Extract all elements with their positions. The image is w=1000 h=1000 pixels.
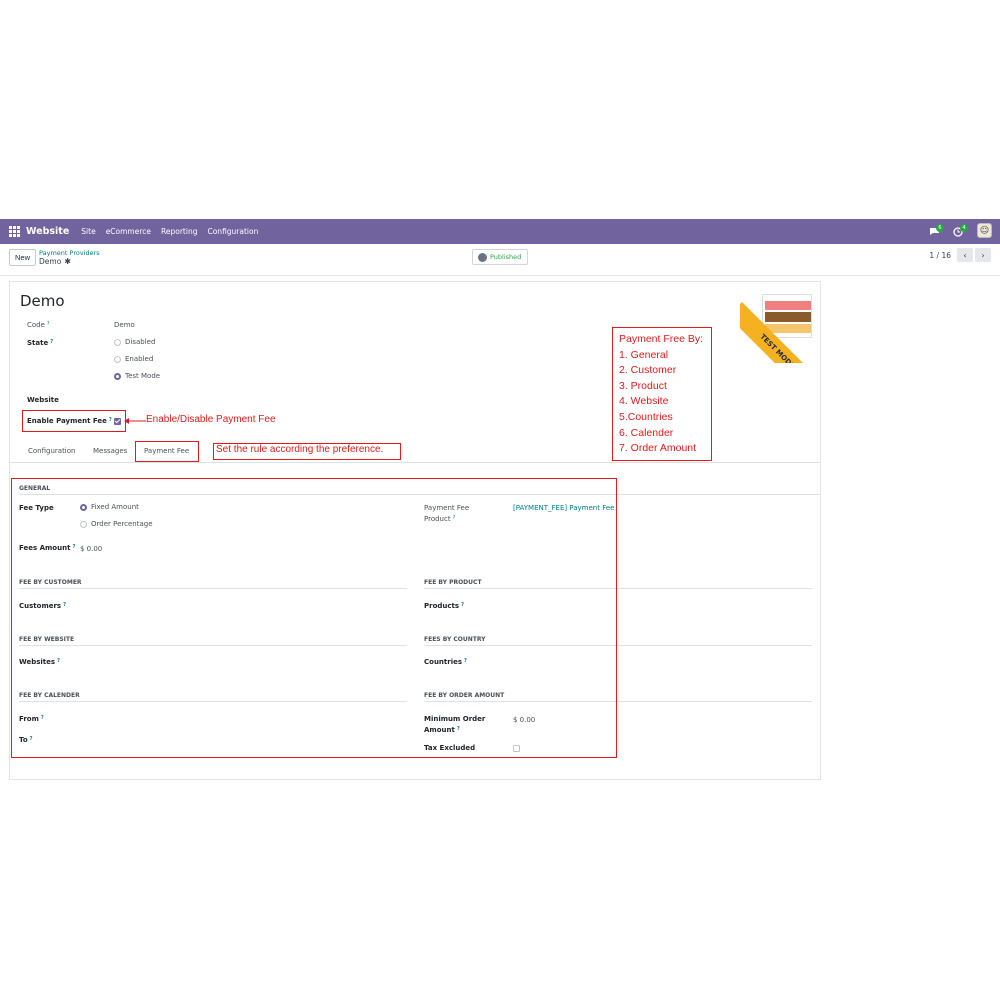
pager: 1 / 16 ‹ › xyxy=(929,248,991,262)
annotation-list-item: 5.Countries xyxy=(619,410,673,423)
code-value[interactable]: Demo xyxy=(114,321,135,329)
annotation-box-payment-fee-tab xyxy=(135,441,199,462)
breadcrumb-parent[interactable]: Payment Providers xyxy=(39,249,100,257)
annotation-arrow-icon xyxy=(124,418,146,424)
user-avatar[interactable]: ☺ xyxy=(977,223,992,238)
state-radio-test-mode[interactable]: Test Mode xyxy=(114,372,160,380)
annotation-box-payment-fee-tab-content xyxy=(11,478,617,758)
pager-next-icon[interactable]: › xyxy=(975,248,991,262)
annotation-list-item: 1. General xyxy=(619,348,669,361)
tab-configuration[interactable]: Configuration xyxy=(28,447,75,455)
annotation-fee-list: Payment Free By: 1. General 2. Customer … xyxy=(619,332,703,457)
annotation-rule-note: Set the rule according the preference. xyxy=(216,444,384,455)
pager-previous-icon[interactable]: ‹ xyxy=(957,248,973,262)
tab-messages[interactable]: Messages xyxy=(93,447,127,455)
radio-label: Enabled xyxy=(125,355,154,363)
globe-icon xyxy=(478,252,487,262)
ribbon-label: TEST MODE xyxy=(740,302,821,363)
control-panel: New Payment Providers Demo ✱ Published 1… xyxy=(0,244,1000,276)
published-button[interactable]: Published xyxy=(472,249,529,265)
radio-circle xyxy=(114,338,121,346)
record-title[interactable]: Demo xyxy=(20,292,65,310)
annotation-list-item: 2. Customer xyxy=(619,364,677,377)
radio-circle-selected xyxy=(114,372,121,380)
breadcrumb-current-label: Demo xyxy=(39,257,62,266)
top-navbar: Website Site eCommerce Reporting Configu… xyxy=(0,219,1000,244)
annotation-list-title: Payment Free By: xyxy=(619,333,704,345)
annotation-list-item: 3. Product xyxy=(619,379,667,392)
activity-clock-icon[interactable]: 4 xyxy=(953,223,968,237)
state-radio-enabled[interactable]: Enabled xyxy=(114,355,153,363)
app-title[interactable]: Website xyxy=(26,226,69,237)
state-label: State? xyxy=(27,339,54,347)
radio-label: Disabled xyxy=(125,338,156,346)
pager-value[interactable]: 1 / 16 xyxy=(929,251,951,260)
website-label: Website xyxy=(27,396,59,404)
radio-label: Test Mode xyxy=(125,372,161,380)
chat-badge: 6 xyxy=(936,223,944,232)
apps-grid-icon[interactable] xyxy=(9,226,20,237)
test-mode-ribbon: TEST MODE xyxy=(740,282,821,363)
annotation-list-item: 4. Website xyxy=(619,395,669,408)
code-label-text: Code xyxy=(27,321,45,329)
menu-site[interactable]: Site xyxy=(81,227,95,236)
radio-circle xyxy=(114,355,121,363)
breadcrumb-current: Demo ✱ xyxy=(39,257,71,266)
state-radio-disabled[interactable]: Disabled xyxy=(114,338,155,346)
menu-ecommerce[interactable]: eCommerce xyxy=(106,227,151,236)
state-label-text: State xyxy=(27,339,49,347)
annotation-enable-note: Enable/Disable Payment Fee xyxy=(146,414,276,425)
gear-icon[interactable]: ✱ xyxy=(64,257,71,266)
annotation-list-item: 6. Calender xyxy=(619,426,674,439)
menu-configuration[interactable]: Configuration xyxy=(207,227,258,236)
chat-icon[interactable]: 6 xyxy=(929,223,944,237)
annotation-box-enable-fee xyxy=(22,410,126,432)
annotation-list-item: 7. Order Amount xyxy=(619,442,697,455)
code-label: Code? xyxy=(27,321,50,329)
new-button[interactable]: New xyxy=(9,249,37,266)
activity-badge: 4 xyxy=(960,223,968,232)
menu-reporting[interactable]: Reporting xyxy=(161,227,197,236)
systray: 6 4 ☺ xyxy=(929,223,992,238)
published-label: Published xyxy=(490,253,522,261)
